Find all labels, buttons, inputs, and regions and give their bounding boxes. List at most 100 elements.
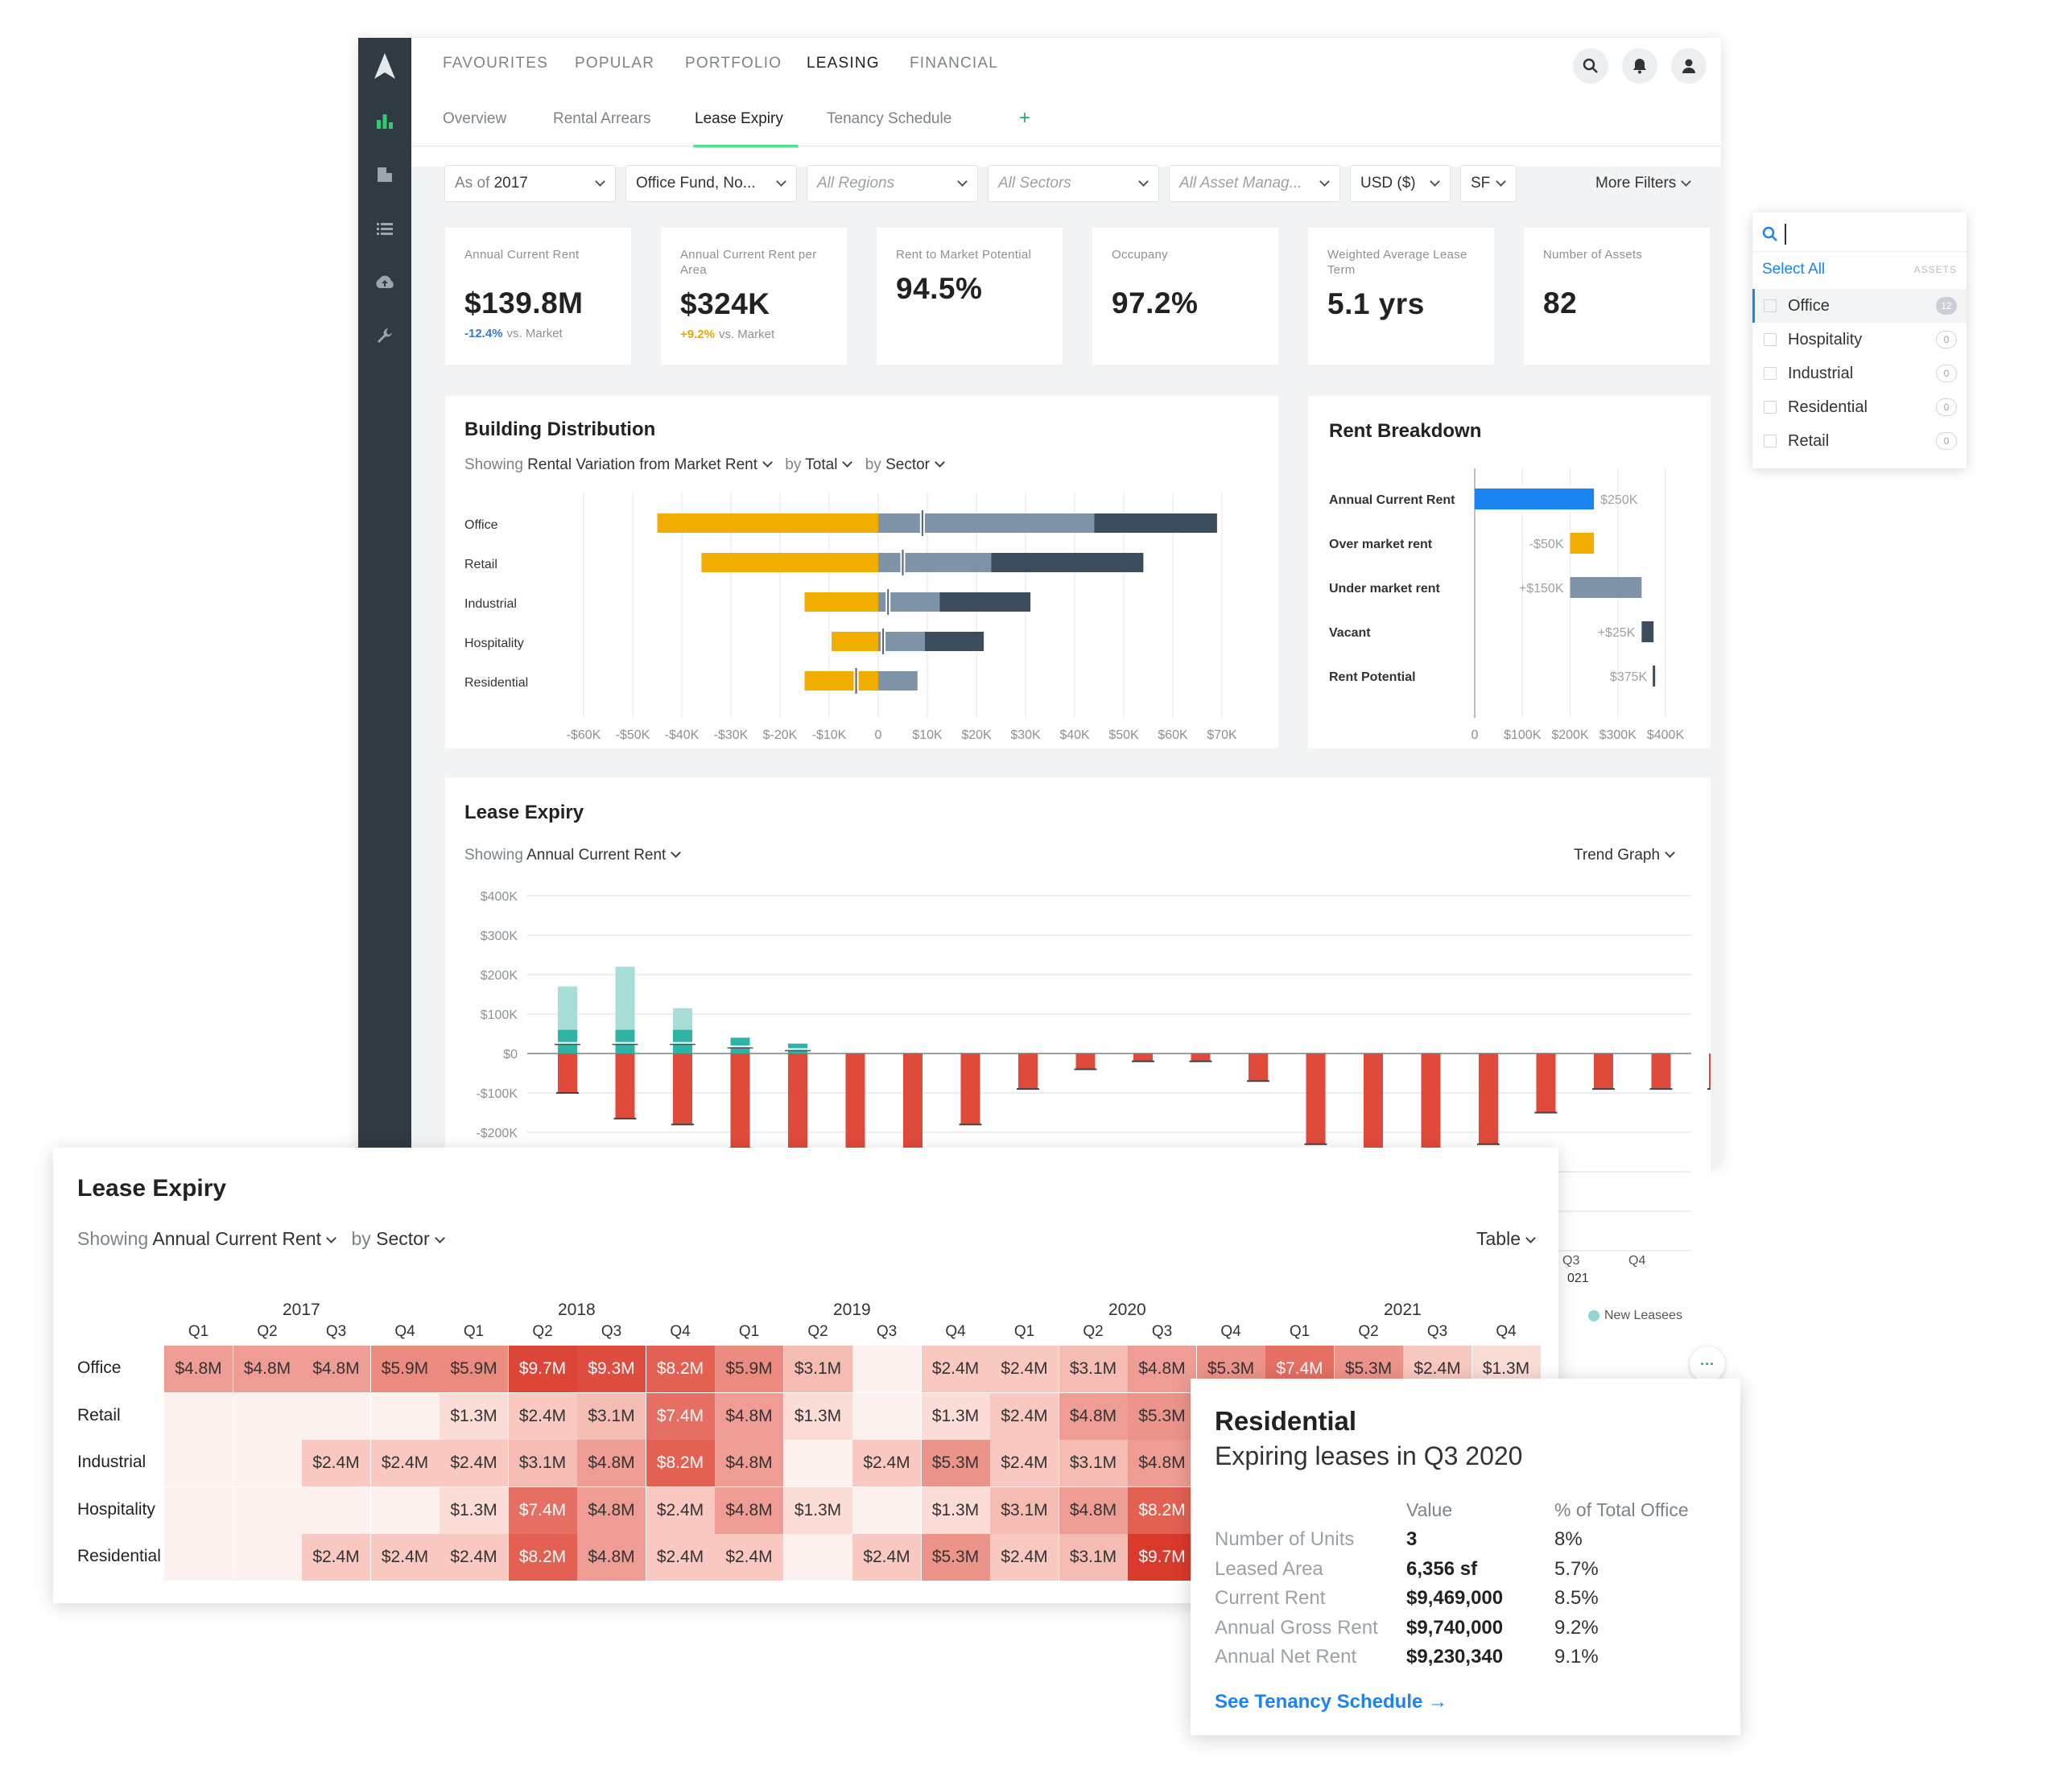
menu-item-office[interactable]: Office 12 [1752,289,1967,323]
analytics-icon[interactable] [358,109,411,133]
heatmap-cell[interactable] [370,1486,440,1534]
heatmap-cell[interactable]: $3.1M [508,1440,577,1486]
nav-leasing[interactable]: LEASING [807,55,880,72]
heatmap-cell[interactable]: $5.3M [1128,1392,1196,1440]
heatmap-cell[interactable]: $1.3M [783,1486,852,1534]
heatmap-cell[interactable]: $8.2M [646,1346,715,1392]
heatmap-cell[interactable]: $4.8M [1128,1440,1196,1486]
heatmap-cell[interactable]: $4.8M [715,1486,783,1534]
more-options-button[interactable]: ··· [1690,1346,1725,1382]
heatmap-cell[interactable]: $3.1M [783,1346,852,1392]
heatmap-cell[interactable] [302,1486,370,1534]
checkbox[interactable] [1764,367,1777,380]
heatmap-cell[interactable]: $2.4M [646,1534,715,1581]
heatmap-cell[interactable] [233,1392,302,1440]
heatmap-cell[interactable]: $8.2M [508,1534,577,1581]
heatmap-cell[interactable]: $9.3M [577,1346,646,1392]
heatmap-cell[interactable] [164,1392,233,1440]
menu-item-industrial[interactable]: Industrial 0 [1752,357,1967,390]
heatmap-cell[interactable]: $2.4M [990,1346,1059,1392]
nav-portfolio[interactable]: PORTFOLIO [685,55,782,72]
user-button[interactable] [1671,48,1707,84]
cloud-upload-icon[interactable] [358,270,411,294]
heatmap-cell[interactable]: $4.8M [577,1440,646,1486]
heatmap-cell[interactable]: $4.8M [577,1534,646,1581]
nav-popular[interactable]: POPULAR [575,55,654,72]
heatmap-cell[interactable]: $8.2M [646,1440,715,1486]
heatmap-cell[interactable] [783,1440,852,1486]
heatmap-cell[interactable]: $7.4M [508,1486,577,1534]
heatmap-cell[interactable]: $5.9M [715,1346,783,1392]
fund-filter[interactable]: Office Fund, No... [625,165,797,202]
heatmap-cell[interactable] [783,1534,852,1581]
heatmap-cell[interactable]: $4.8M [715,1440,783,1486]
menu-item-hospitality[interactable]: Hospitality 0 [1752,323,1967,357]
more-filters-button[interactable]: More Filters [1595,175,1692,192]
see-tenancy-schedule-link[interactable]: See Tenancy Schedule → [1215,1691,1447,1713]
heatmap-cell[interactable]: $3.1M [1059,1440,1128,1486]
checkbox[interactable] [1764,299,1777,312]
heatmap-cell[interactable]: $9.7M [508,1346,577,1392]
nav-financial[interactable]: FINANCIAL [910,55,998,72]
heatmap-cell[interactable]: $4.8M [1128,1346,1196,1392]
heatmap-cell[interactable] [164,1534,233,1581]
heatmap-cell[interactable]: $1.3M [440,1392,508,1440]
heatmap-cell[interactable]: $1.3M [440,1486,508,1534]
tab-lease-expiry[interactable]: Lease Expiry [695,110,783,128]
heatmap-cell[interactable]: $1.3M [921,1486,990,1534]
tab-overview[interactable]: Overview [443,110,506,128]
heatmap-cell[interactable]: $8.2M [1128,1486,1196,1534]
heatmap-cell[interactable]: $2.4M [990,1440,1059,1486]
heatmap-cell[interactable]: $3.1M [577,1392,646,1440]
heatmap-cell[interactable]: $3.1M [1059,1534,1128,1581]
heatmap-cell[interactable]: $1.3M [783,1392,852,1440]
heatmap-cell[interactable]: $9.7M [1128,1534,1196,1581]
heatmap-cell[interactable] [852,1346,921,1392]
regions-filter[interactable]: All Regions [807,165,978,202]
heatmap-cell[interactable]: $2.4M [508,1392,577,1440]
heatmap-cell[interactable]: $3.1M [990,1486,1059,1534]
checkbox[interactable] [1764,401,1777,414]
heatmap-cell[interactable] [233,1486,302,1534]
heatmap-cell[interactable]: $3.1M [1059,1346,1128,1392]
heatmap-cell[interactable] [164,1440,233,1486]
heatmap-cell[interactable]: $2.4M [852,1534,921,1581]
list-icon[interactable] [358,216,411,241]
logo-icon[interactable] [358,53,411,79]
heatmap-cell[interactable]: $2.4M [990,1534,1059,1581]
add-tab-button[interactable]: + [1019,107,1030,130]
heatmap-cell[interactable] [233,1440,302,1486]
heatmap-cell[interactable]: $2.4M [852,1440,921,1486]
heatmap-cell[interactable] [852,1392,921,1440]
as-of-filter[interactable]: As of 2017 [444,165,616,202]
checkbox[interactable] [1764,333,1777,346]
heatmap-cell[interactable]: $4.8M [233,1346,302,1392]
sectors-filter[interactable]: All Sectors [988,165,1159,202]
heatmap-cell[interactable] [164,1486,233,1534]
heatmap-cell[interactable] [370,1392,440,1440]
checkbox[interactable] [1764,435,1777,447]
heatmap-cell[interactable]: $5.3M [921,1440,990,1486]
heatmap-cell[interactable] [233,1534,302,1581]
search-button[interactable] [1573,48,1608,84]
heatmap-cell[interactable]: $7.4M [646,1392,715,1440]
heatmap-cell[interactable]: $2.4M [370,1534,440,1581]
nav-favourites[interactable]: FAVOURITES [443,55,548,72]
wrench-icon[interactable] [358,324,411,348]
heatmap-cell[interactable]: $2.4M [302,1534,370,1581]
heatmap-cell[interactable]: $4.8M [577,1486,646,1534]
notifications-button[interactable] [1622,48,1657,84]
heatmap-cell[interactable]: $1.3M [921,1392,990,1440]
heatmap-cell[interactable]: $2.4M [440,1440,508,1486]
building-icon[interactable] [358,163,411,187]
heatmap-cell[interactable]: $2.4M [921,1346,990,1392]
heatmap-cell[interactable]: $5.9M [440,1346,508,1392]
heatmap-cell[interactable]: $2.4M [990,1392,1059,1440]
heatmap-cell[interactable]: $4.8M [715,1392,783,1440]
heatmap-cell[interactable]: $2.4M [646,1486,715,1534]
heatmap-cell[interactable]: $2.4M [715,1534,783,1581]
currency-filter[interactable]: USD ($) [1350,165,1451,202]
heatmap-cell[interactable]: $5.9M [370,1346,440,1392]
select-all-link[interactable]: Select All [1762,261,1825,278]
heatmap-cell[interactable]: $4.8M [302,1346,370,1392]
